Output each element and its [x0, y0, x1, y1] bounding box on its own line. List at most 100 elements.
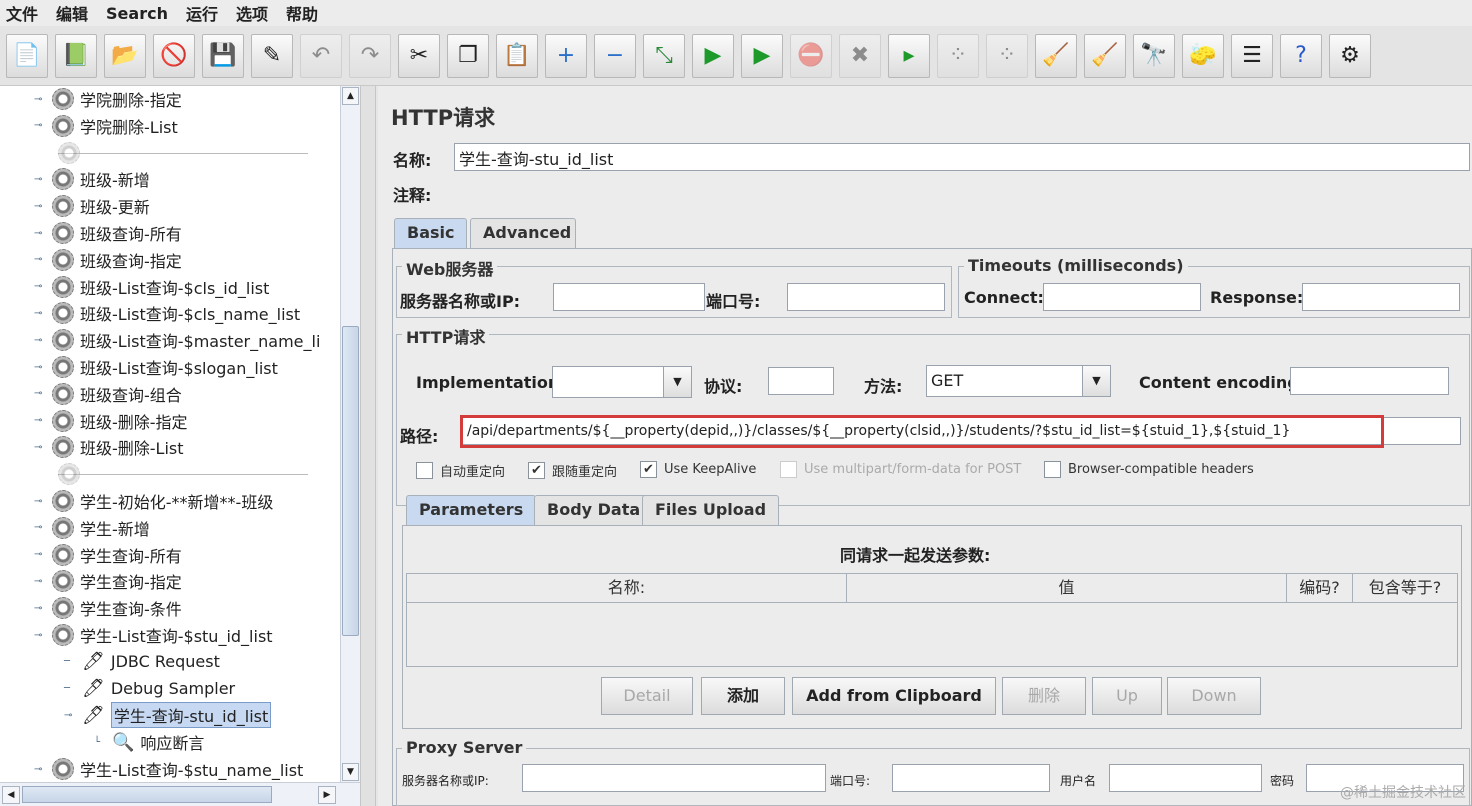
check-icon[interactable]: ✔	[528, 462, 545, 479]
undo-icon[interactable]: ↶	[300, 33, 342, 78]
checkbox-box[interactable]	[1044, 461, 1061, 478]
toggle-icon[interactable]: ⤡	[643, 33, 685, 78]
tree-vertical-scrollbar[interactable]: ▲ ▼	[340, 86, 360, 782]
edit-icon[interactable]: ✎	[251, 33, 293, 78]
log-viewer-icon[interactable]: ⚙	[1329, 33, 1371, 78]
function-helper-icon[interactable]: ☰	[1231, 33, 1273, 78]
connect-timeout-input[interactable]	[1043, 283, 1201, 311]
proxy-server-input[interactable]	[522, 764, 826, 792]
tab-body-data[interactable]: Body Data	[534, 495, 654, 525]
chevron-down-icon[interactable]: ▼	[1082, 366, 1110, 396]
content-encoding-input[interactable]	[1290, 367, 1449, 395]
detail-button[interactable]: Detail	[601, 677, 693, 715]
tree-node[interactable]: ⊸ 班级查询-所有	[34, 220, 182, 246]
paste-icon[interactable]: 📋	[496, 33, 538, 78]
name-field[interactable]: 学生-查询-stu_id_list	[454, 143, 1470, 171]
tree-node[interactable]: ⊸ 班级-新增	[34, 166, 150, 192]
proxy-user-input[interactable]	[1109, 764, 1262, 792]
checkbox-box[interactable]	[416, 462, 433, 479]
tree-node[interactable]: ⊸ 学生-List查询-$stu_id_list	[34, 622, 273, 648]
collapsed-handle-icon[interactable]: ⊸	[34, 764, 46, 775]
tree-node[interactable]: └ 🔍 响应断言	[94, 729, 204, 755]
server-name-input[interactable]	[553, 283, 705, 311]
tree-node[interactable]: ⊸ 学生-初始化-**新增**-班级	[34, 488, 273, 514]
collapse-icon[interactable]: −	[594, 33, 636, 78]
col-value[interactable]: 值	[847, 574, 1287, 602]
tree-node[interactable]: ⊸ 班级-删除-List	[34, 434, 184, 460]
close-icon[interactable]: 🚫	[153, 33, 195, 78]
cut-icon[interactable]: ✂	[398, 33, 440, 78]
collapsed-handle-icon[interactable]: ⊸	[34, 496, 46, 507]
follow-redirect-checkbox[interactable]: ✔ 跟随重定向	[528, 461, 617, 480]
collapsed-handle-icon[interactable]: ⊸	[34, 335, 46, 346]
menu-help[interactable]: 帮助	[286, 1, 318, 25]
collapsed-handle-icon[interactable]: ⊸	[34, 549, 46, 560]
tree-node[interactable]: ⊸ 学院删除-List	[34, 113, 178, 139]
remote-start-all-icon[interactable]: ⁘	[937, 33, 979, 78]
tree-node[interactable]: ─ 🖊 Debug Sampler	[64, 676, 235, 702]
help-icon[interactable]: ?	[1280, 33, 1322, 78]
collapsed-handle-icon[interactable]: ⊸	[34, 94, 46, 105]
delete-button[interactable]: 删除	[1002, 677, 1086, 715]
h-scroll-thumb[interactable]	[22, 786, 272, 803]
expand-icon[interactable]: +	[545, 33, 587, 78]
menu-run[interactable]: 运行	[186, 1, 218, 25]
tab-files-upload[interactable]: Files Upload	[642, 495, 780, 525]
tree-node[interactable]: ⊸ 学生查询-条件	[34, 595, 182, 621]
scroll-left-arrow-icon[interactable]: ◀	[2, 786, 20, 804]
tree-node[interactable]: ⊸ 班级查询-指定	[34, 247, 182, 273]
templates-icon[interactable]: 📗	[55, 33, 97, 78]
tree-node[interactable]: ⊸ 学生查询-所有	[34, 542, 182, 568]
collapsed-handle-icon[interactable]: ⊸	[34, 576, 46, 587]
col-include-equals[interactable]: 包含等于?	[1353, 574, 1457, 602]
tree-node[interactable]: ⊸ 学生-新增	[34, 515, 150, 541]
auto-redirect-checkbox[interactable]: 自动重定向	[416, 461, 505, 480]
scroll-down-arrow-icon[interactable]: ▼	[342, 763, 359, 781]
tree-node[interactable]: ⊸ 学院删除-指定	[34, 86, 182, 112]
remote-start-icon[interactable]: ▸	[888, 33, 930, 78]
tree-node[interactable]: ─ 🖊 JDBC Request	[64, 649, 220, 675]
tree-horizontal-scrollbar[interactable]: ◀ ▶	[0, 782, 360, 806]
open-icon[interactable]: 📂	[104, 33, 146, 78]
proxy-port-input[interactable]	[892, 764, 1050, 792]
split-divider[interactable]	[360, 86, 376, 806]
start-icon[interactable]: ▶	[692, 33, 734, 78]
tree-node[interactable]: ⊸ 班级-删除-指定	[34, 408, 188, 434]
params-table-body[interactable]	[406, 603, 1458, 667]
comment-field[interactable]	[448, 179, 1470, 207]
collapsed-handle-icon[interactable]: ⊸	[34, 388, 46, 399]
col-name[interactable]: 名称:	[407, 574, 847, 602]
tree-node[interactable]: ⊸ 学生-List查询-$stu_name_list	[34, 756, 303, 782]
clear-all-icon[interactable]: 🧹	[1084, 33, 1126, 78]
col-encode[interactable]: 编码?	[1287, 574, 1353, 602]
down-button[interactable]: Down	[1167, 677, 1261, 715]
redo-icon[interactable]: ↷	[349, 33, 391, 78]
tree-node[interactable]: ⊸ 🖊 学生-查询-stu_id_list	[64, 702, 272, 729]
clear-icon[interactable]: 🧹	[1035, 33, 1077, 78]
tab-parameters[interactable]: Parameters	[406, 495, 537, 525]
expanded-handle-icon[interactable]: ⊸	[34, 630, 46, 641]
shutdown-icon[interactable]: ✖	[839, 33, 881, 78]
check-icon[interactable]: ✔	[640, 461, 657, 478]
method-select[interactable]: GET ▼	[926, 365, 1111, 397]
tree-node[interactable]: ⊸ 班级-List查询-$slogan_list	[34, 354, 278, 380]
collapsed-handle-icon[interactable]: ⊸	[34, 281, 46, 292]
tree-node[interactable]: ⊸ 班级-更新	[34, 193, 150, 219]
new-icon[interactable]: 📄	[6, 33, 48, 78]
collapsed-handle-icon[interactable]: ⊸	[34, 174, 46, 185]
collapsed-handle-icon[interactable]: ⊸	[34, 201, 46, 212]
collapsed-handle-icon[interactable]: ⊸	[34, 362, 46, 373]
tree-node[interactable]: ⊸ 班级-List查询-$master_name_li	[34, 327, 320, 353]
implementation-select[interactable]: ▼	[552, 366, 692, 398]
remote-stop-icon[interactable]: ⁘	[986, 33, 1028, 78]
collapsed-handle-icon[interactable]: ⊸	[34, 228, 46, 239]
keepalive-checkbox[interactable]: ✔ Use KeepAlive	[640, 461, 756, 478]
tree-node[interactable]: ⊸ 班级-List查询-$cls_id_list	[34, 274, 269, 300]
collapsed-handle-icon[interactable]: ⊸	[34, 415, 46, 426]
tree-node[interactable]: ⊸ 班级查询-组合	[34, 381, 182, 407]
tab-advanced[interactable]: Advanced	[470, 218, 576, 248]
save-icon[interactable]: 💾	[202, 33, 244, 78]
chevron-down-icon[interactable]: ▼	[663, 367, 691, 397]
scroll-thumb[interactable]	[342, 326, 359, 636]
response-timeout-input[interactable]	[1302, 283, 1460, 311]
